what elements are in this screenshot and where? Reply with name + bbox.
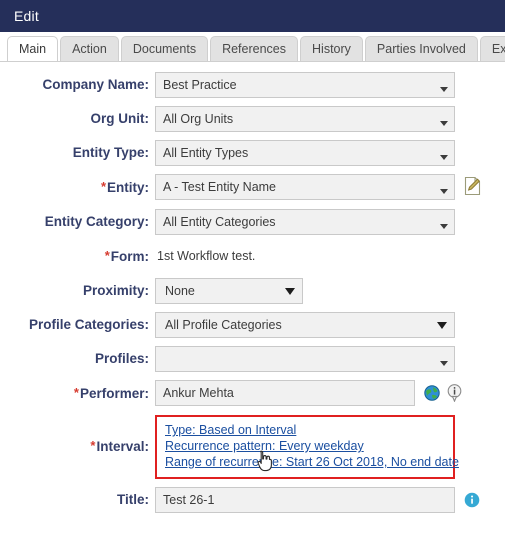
chevron-down-icon[interactable] — [285, 288, 295, 295]
title-input[interactable]: Test 26-1 — [155, 487, 455, 513]
proximity-value: None — [165, 284, 195, 298]
edit-entity-icon[interactable] — [464, 176, 482, 196]
title-value: Test 26-1 — [163, 493, 215, 507]
entity-type-combo[interactable]: All Entity Types — [155, 140, 455, 166]
page-title: Edit — [14, 8, 39, 24]
tab-references-label: References — [222, 42, 287, 56]
company-name-value: Best Practice — [163, 78, 237, 92]
label-title: Title: — [116, 492, 149, 507]
entity-type-value: All Entity Types — [163, 146, 249, 160]
label-form-name: *Form: — [0, 243, 155, 270]
row-profile-categories: Profile Categories: All Profile Categori… — [0, 312, 505, 338]
form-name-value: 1st Workflow test. — [157, 249, 256, 263]
tab-main[interactable]: Main — [7, 36, 59, 61]
interval-range-of-recurrence-link[interactable]: Range of recurrence: Start 26 Oct 2018, … — [165, 454, 459, 470]
row-org-unit: Org Unit: All Org Units — [0, 106, 505, 132]
edit-form: Company Name: Best Practice Org Unit: Al… — [0, 62, 505, 513]
label-performer-text: Performer: — [79, 386, 149, 401]
label-org-unit: Org Unit: — [90, 111, 150, 126]
row-entity-type: Entity Type: All Entity Types — [0, 140, 505, 166]
tab-main-label: Main — [19, 42, 47, 56]
tab-parties-involved[interactable]: Parties Involved — [364, 36, 478, 61]
entity-category-value: All Entity Categories — [163, 215, 276, 229]
entity-value: A - Test Entity Name — [163, 180, 277, 194]
interval-type-link[interactable]: Type: Based on Interval — [165, 422, 445, 438]
label-entity-type: Entity Type: — [72, 145, 149, 160]
tab-history[interactable]: History — [300, 36, 363, 61]
label-proximity: Proximity: — [82, 283, 149, 298]
label-entity-text: Entity: — [107, 180, 149, 195]
org-unit-value: All Org Units — [163, 112, 234, 126]
label-profile-categories: Profile Categories: — [28, 317, 149, 332]
label-performer: *Performer: — [0, 380, 155, 407]
profiles-combo[interactable] — [155, 346, 455, 372]
tab-action[interactable]: Action — [60, 36, 119, 61]
org-unit-combo[interactable]: All Org Units — [155, 106, 455, 132]
info-icon[interactable] — [464, 492, 480, 508]
chevron-down-icon[interactable] — [440, 87, 448, 92]
label-interval: *Interval: — [0, 415, 155, 460]
profile-categories-value: All Profile Categories — [165, 318, 282, 332]
tab-documents-label: Documents — [132, 42, 197, 56]
tab-action-label: Action — [72, 42, 107, 56]
tab-excel-label: Excel — [491, 42, 505, 56]
company-name-combo[interactable]: Best Practice — [155, 72, 455, 98]
tab-strip: Main Action Documents References History… — [0, 32, 505, 62]
row-form-name: *Form: 1st Workflow test. — [0, 243, 505, 270]
row-proximity: Proximity: None — [0, 278, 505, 304]
entity-combo[interactable]: A - Test Entity Name — [155, 174, 455, 200]
row-interval: *Interval: Type: Based on Interval Recur… — [0, 415, 505, 479]
row-company-name: Company Name: Best Practice — [0, 72, 505, 98]
row-title: Title: Test 26-1 — [0, 487, 505, 513]
row-profiles: Profiles: — [0, 346, 505, 372]
row-performer: *Performer: Ankur Mehta — [0, 380, 505, 407]
row-entity: *Entity: A - Test Entity Name — [0, 174, 505, 201]
tab-parties-involved-label: Parties Involved — [376, 42, 466, 56]
window-header: Edit — [0, 0, 505, 32]
chevron-down-icon[interactable] — [440, 155, 448, 160]
chevron-down-icon[interactable] — [440, 189, 448, 194]
label-company-name: Company Name: — [42, 77, 149, 92]
label-entity: *Entity: — [0, 174, 155, 201]
performer-value: Ankur Mehta — [163, 386, 234, 400]
label-interval-text: Interval: — [96, 439, 149, 454]
tab-documents[interactable]: Documents — [120, 36, 209, 61]
required-asterisk: * — [90, 438, 96, 453]
label-form-name-text: Form: — [110, 249, 149, 264]
info-balloon-icon[interactable] — [447, 384, 462, 403]
label-entity-category: Entity Category: — [44, 214, 149, 229]
interval-highlight-box: Type: Based on Interval Recurrence patte… — [155, 415, 459, 479]
row-entity-category: Entity Category: All Entity Categories — [0, 209, 505, 235]
chevron-down-icon[interactable] — [440, 121, 448, 126]
interval-recurrence-pattern-link[interactable]: Recurrence pattern: Every weekday — [165, 438, 445, 454]
tab-history-label: History — [312, 42, 351, 56]
required-asterisk: * — [73, 385, 79, 400]
required-asterisk: * — [104, 248, 110, 263]
proximity-select[interactable]: None — [155, 278, 303, 304]
chevron-down-icon[interactable] — [440, 361, 448, 366]
chevron-down-icon[interactable] — [440, 224, 448, 229]
globe-icon[interactable] — [424, 385, 440, 401]
label-profiles: Profiles: — [94, 351, 149, 366]
required-asterisk: * — [100, 179, 106, 194]
tab-references[interactable]: References — [210, 36, 299, 61]
performer-input[interactable]: Ankur Mehta — [155, 380, 415, 406]
tab-excel[interactable]: Excel — [479, 36, 505, 61]
entity-category-combo[interactable]: All Entity Categories — [155, 209, 455, 235]
profile-categories-select[interactable]: All Profile Categories — [155, 312, 455, 338]
chevron-down-icon[interactable] — [437, 322, 447, 329]
